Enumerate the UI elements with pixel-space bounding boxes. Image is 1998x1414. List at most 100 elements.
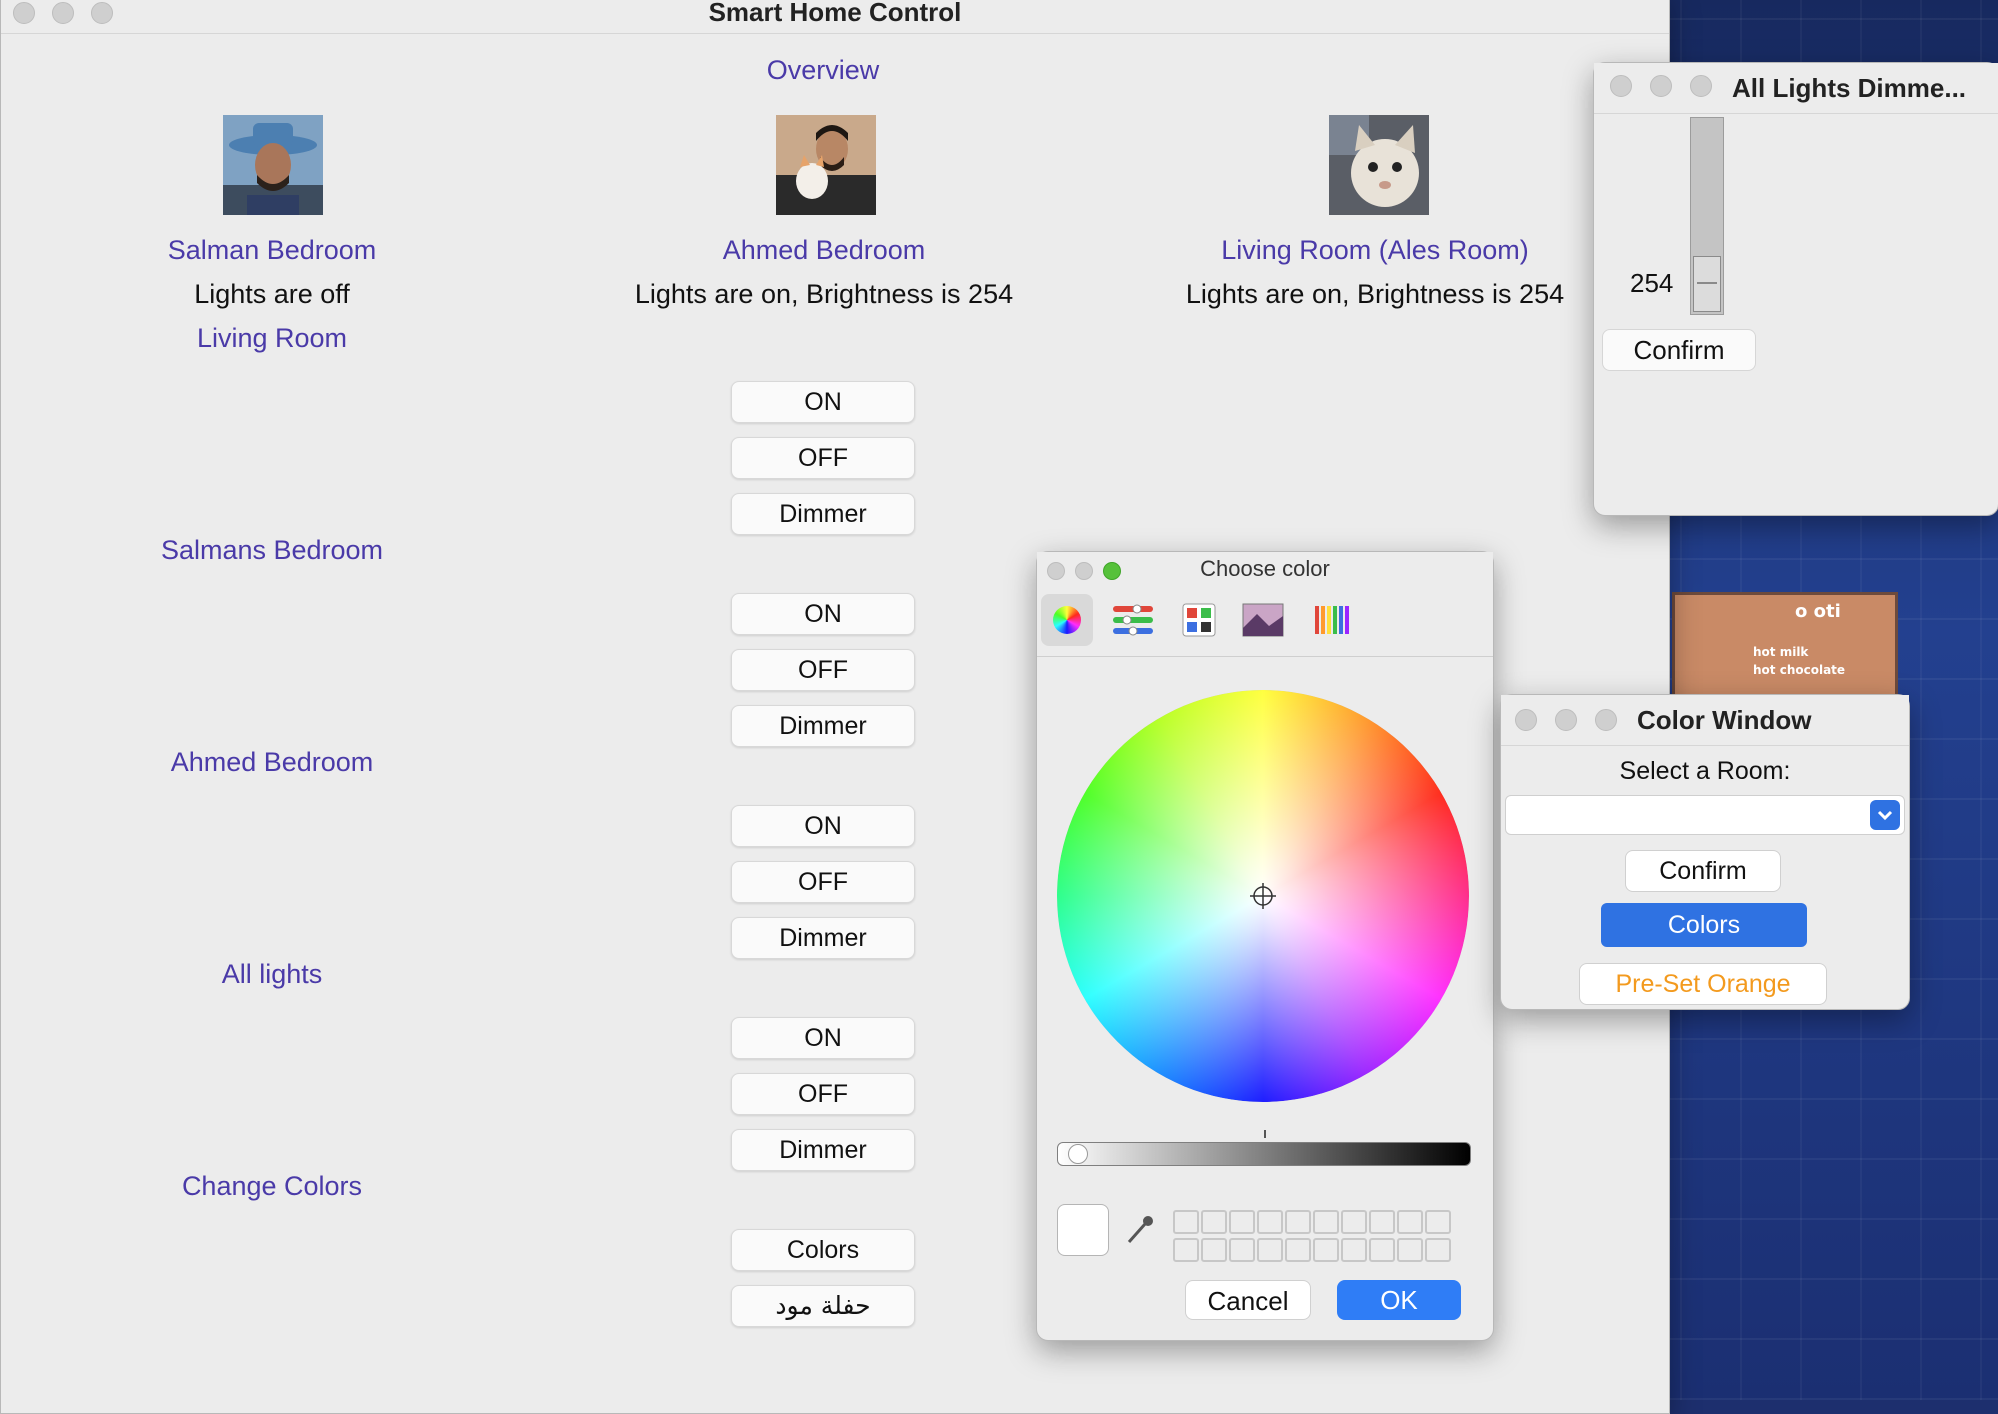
select-room-label: Select a Room: bbox=[1619, 757, 1791, 785]
color-swatch[interactable] bbox=[1173, 1238, 1199, 1262]
dimmer-minimize-button[interactable] bbox=[1650, 75, 1672, 97]
avatar-ahmed bbox=[776, 115, 876, 215]
color-wheel-icon bbox=[1053, 606, 1081, 634]
ahmed-bedroom-on-button[interactable]: ON bbox=[731, 805, 915, 847]
image-icon bbox=[1242, 603, 1284, 637]
chevron-down-icon[interactable] bbox=[1870, 800, 1900, 830]
main-titlebar: Smart Home Control bbox=[1, 0, 1669, 34]
color-wheel[interactable] bbox=[1057, 690, 1469, 1102]
brightness-vertical-slider-knob[interactable] bbox=[1693, 256, 1721, 312]
brightness-slider-knob[interactable] bbox=[1067, 1144, 1088, 1164]
section-all-lights[interactable]: All lights bbox=[121, 959, 423, 990]
room-name-living-room[interactable]: Living Room (Ales Room) bbox=[1121, 235, 1629, 266]
crosshair-icon bbox=[1250, 883, 1276, 909]
color-wheel-tab[interactable] bbox=[1041, 594, 1093, 646]
picker-title: Choose color bbox=[1200, 556, 1330, 581]
dimmer-close-button[interactable] bbox=[1610, 75, 1632, 97]
palette-icon bbox=[1182, 603, 1216, 637]
color-window-titlebar: Color Window bbox=[1501, 695, 1909, 746]
eyedropper-icon[interactable] bbox=[1121, 1212, 1157, 1248]
all-lights-dimmer-button[interactable]: Dimmer bbox=[731, 1129, 915, 1171]
color-window: Color Window Select a Room: Confirm Colo… bbox=[1500, 694, 1910, 1010]
living-room-dimmer-button[interactable]: Dimmer bbox=[731, 493, 915, 535]
room-name-salman[interactable]: Salman Bedroom bbox=[121, 235, 423, 266]
color-swatch[interactable] bbox=[1313, 1238, 1339, 1262]
main-window-title: Smart Home Control bbox=[708, 0, 962, 27]
dimmer-confirm-button[interactable]: Confirm bbox=[1602, 329, 1756, 371]
color-swatch[interactable] bbox=[1257, 1210, 1283, 1234]
all-lights-off-button[interactable]: OFF bbox=[731, 1073, 915, 1115]
living-room-off-button[interactable]: OFF bbox=[731, 437, 915, 479]
room-status-living-room: Lights are on, Brightness is 254 bbox=[1185, 279, 1565, 309]
color-window-close-button[interactable] bbox=[1515, 709, 1537, 731]
section-living-room[interactable]: Living Room bbox=[121, 323, 423, 354]
color-swatch[interactable] bbox=[1201, 1210, 1227, 1234]
color-swatch[interactable] bbox=[1397, 1210, 1423, 1234]
color-window-title: Color Window bbox=[1637, 705, 1812, 735]
picker-ok-button[interactable]: OK bbox=[1337, 1280, 1461, 1320]
color-swatch[interactable] bbox=[1229, 1238, 1255, 1262]
color-swatch[interactable] bbox=[1285, 1238, 1311, 1262]
color-swatch[interactable] bbox=[1425, 1238, 1451, 1262]
color-window-colors-button[interactable]: Colors bbox=[1601, 903, 1807, 947]
color-swatch[interactable] bbox=[1313, 1210, 1339, 1234]
all-lights-dimmer-window: All Lights Dimme... 254 Confirm bbox=[1593, 62, 1998, 516]
section-salmans-bedroom[interactable]: Salmans Bedroom bbox=[121, 535, 423, 566]
room-name-ahmed[interactable]: Ahmed Bedroom bbox=[571, 235, 1077, 266]
brightness-vertical-slider[interactable] bbox=[1690, 117, 1724, 315]
brightness-slider[interactable] bbox=[1057, 1142, 1471, 1166]
sign-line-1: hot milk bbox=[1753, 645, 1809, 659]
pencils-tab[interactable] bbox=[1305, 594, 1357, 646]
room-select[interactable] bbox=[1505, 795, 1905, 835]
sliders-tab[interactable] bbox=[1107, 594, 1159, 646]
overview-link[interactable]: Overview bbox=[721, 55, 925, 86]
dimmer-zoom-button[interactable] bbox=[1690, 75, 1712, 97]
color-swatch[interactable] bbox=[1173, 1210, 1199, 1234]
salmans-bedroom-dimmer-button[interactable]: Dimmer bbox=[731, 705, 915, 747]
dimmer-title: All Lights Dimme... bbox=[1732, 73, 1967, 103]
avatar-salman bbox=[223, 115, 323, 215]
party-mode-button[interactable]: حفلة مود bbox=[731, 1285, 915, 1327]
selected-color-well[interactable] bbox=[1057, 1204, 1109, 1256]
section-change-colors[interactable]: Change Colors bbox=[121, 1171, 423, 1202]
palettes-tab[interactable] bbox=[1173, 594, 1225, 646]
room-status-ahmed: Lights are on, Brightness is 254 bbox=[634, 279, 1014, 309]
color-swatch[interactable] bbox=[1201, 1238, 1227, 1262]
color-swatch[interactable] bbox=[1229, 1210, 1255, 1234]
all-lights-on-button[interactable]: ON bbox=[731, 1017, 915, 1059]
color-window-confirm-button[interactable]: Confirm bbox=[1625, 850, 1781, 892]
slider-tick bbox=[1264, 1130, 1266, 1138]
section-ahmed-bedroom[interactable]: Ahmed Bedroom bbox=[121, 747, 423, 778]
color-swatch[interactable] bbox=[1285, 1210, 1311, 1234]
color-swatch[interactable] bbox=[1425, 1210, 1451, 1234]
change-colors-button[interactable]: Colors bbox=[731, 1229, 915, 1271]
dimmer-titlebar: All Lights Dimme... bbox=[1594, 63, 1998, 114]
sign-brand: o oti bbox=[1795, 601, 1841, 622]
preset-orange-button[interactable]: Pre-Set Orange bbox=[1579, 963, 1827, 1005]
color-swatch[interactable] bbox=[1341, 1210, 1367, 1234]
color-swatch[interactable] bbox=[1257, 1238, 1283, 1262]
sign-line-2: hot chocolate bbox=[1753, 663, 1846, 677]
pencils-icon bbox=[1315, 606, 1349, 634]
choose-color-window: Choose color Cancel OK bbox=[1036, 551, 1494, 1341]
salmans-bedroom-on-button[interactable]: ON bbox=[731, 593, 915, 635]
image-palettes-tab[interactable] bbox=[1237, 594, 1289, 646]
color-window-minimize-button[interactable] bbox=[1555, 709, 1577, 731]
room-status-salman: Lights are off bbox=[194, 279, 350, 309]
salmans-bedroom-off-button[interactable]: OFF bbox=[731, 649, 915, 691]
picker-divider bbox=[1037, 656, 1493, 657]
ahmed-bedroom-dimmer-button[interactable]: Dimmer bbox=[731, 917, 915, 959]
picker-titlebar: Choose color bbox=[1037, 552, 1493, 586]
avatar-living-room bbox=[1329, 115, 1429, 215]
picker-cancel-button[interactable]: Cancel bbox=[1185, 1280, 1311, 1320]
ahmed-bedroom-off-button[interactable]: OFF bbox=[731, 861, 915, 903]
color-window-zoom-button[interactable] bbox=[1595, 709, 1617, 731]
background-shop-sign: o oti hot milk hot chocolate bbox=[1672, 592, 1898, 708]
color-swatch[interactable] bbox=[1397, 1238, 1423, 1262]
dimmer-value: 254 bbox=[1630, 268, 1674, 298]
living-room-on-button[interactable]: ON bbox=[731, 381, 915, 423]
color-swatch[interactable] bbox=[1341, 1238, 1367, 1262]
color-swatch[interactable] bbox=[1369, 1210, 1395, 1234]
color-swatch[interactable] bbox=[1369, 1238, 1395, 1262]
sliders-icon bbox=[1113, 604, 1153, 636]
